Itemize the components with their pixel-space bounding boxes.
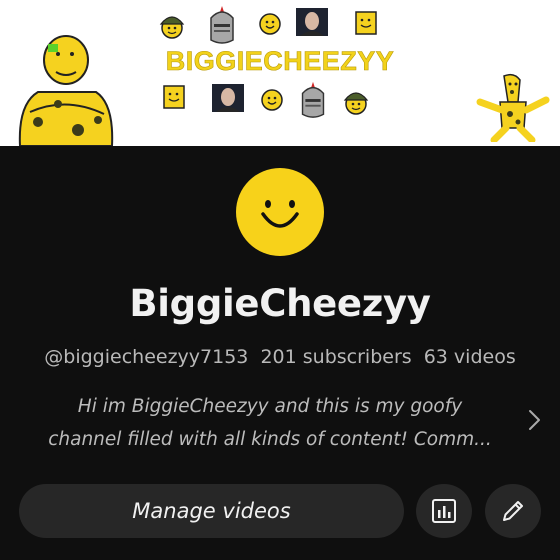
army-helmet-face-icon: [159, 16, 185, 39]
army-helmet-face-icon: [343, 92, 369, 115]
channel-description[interactable]: Hi im BiggieCheezyy and this is my goofy…: [20, 390, 520, 456]
analytics-icon: [432, 499, 456, 523]
chevron-right-icon[interactable]: [522, 406, 546, 434]
cheese-character-icon: [18, 35, 114, 146]
man-photo-icon: [212, 84, 244, 112]
smiley-face-icon: [261, 89, 283, 111]
channel-meta: @biggiecheezyy7153 201 subscribers 63 vi…: [0, 346, 560, 368]
smiley-avatar-icon: [261, 200, 299, 228]
channel-name: BiggieCheezyy: [129, 282, 431, 325]
cheese-block-face-icon: [355, 11, 377, 35]
description-line: Hi im BiggieCheezyy and this is my goofy: [77, 396, 463, 417]
manage-videos-button[interactable]: Manage videos: [19, 484, 404, 538]
video-count: 63 videos: [423, 346, 516, 368]
cheese-dancer-icon: [476, 73, 550, 142]
description-line: channel filled with all kinds of content…: [48, 429, 492, 450]
channel-avatar[interactable]: [236, 168, 324, 256]
knight-helmet-face-icon: [210, 6, 234, 44]
channel-banner: BIGGIECHEEZYY: [0, 0, 560, 146]
smiley-face-icon: [259, 13, 281, 35]
edit-channel-button[interactable]: [485, 484, 541, 538]
knight-helmet-face-icon: [301, 81, 325, 118]
subscriber-count: 201 subscribers: [260, 346, 412, 368]
man-photo-icon: [296, 8, 328, 36]
cheese-block-face-icon: [163, 85, 185, 109]
channel-handle[interactable]: @biggiecheezyy7153: [44, 346, 248, 368]
analytics-button[interactable]: [416, 484, 472, 538]
pencil-icon: [503, 501, 523, 521]
